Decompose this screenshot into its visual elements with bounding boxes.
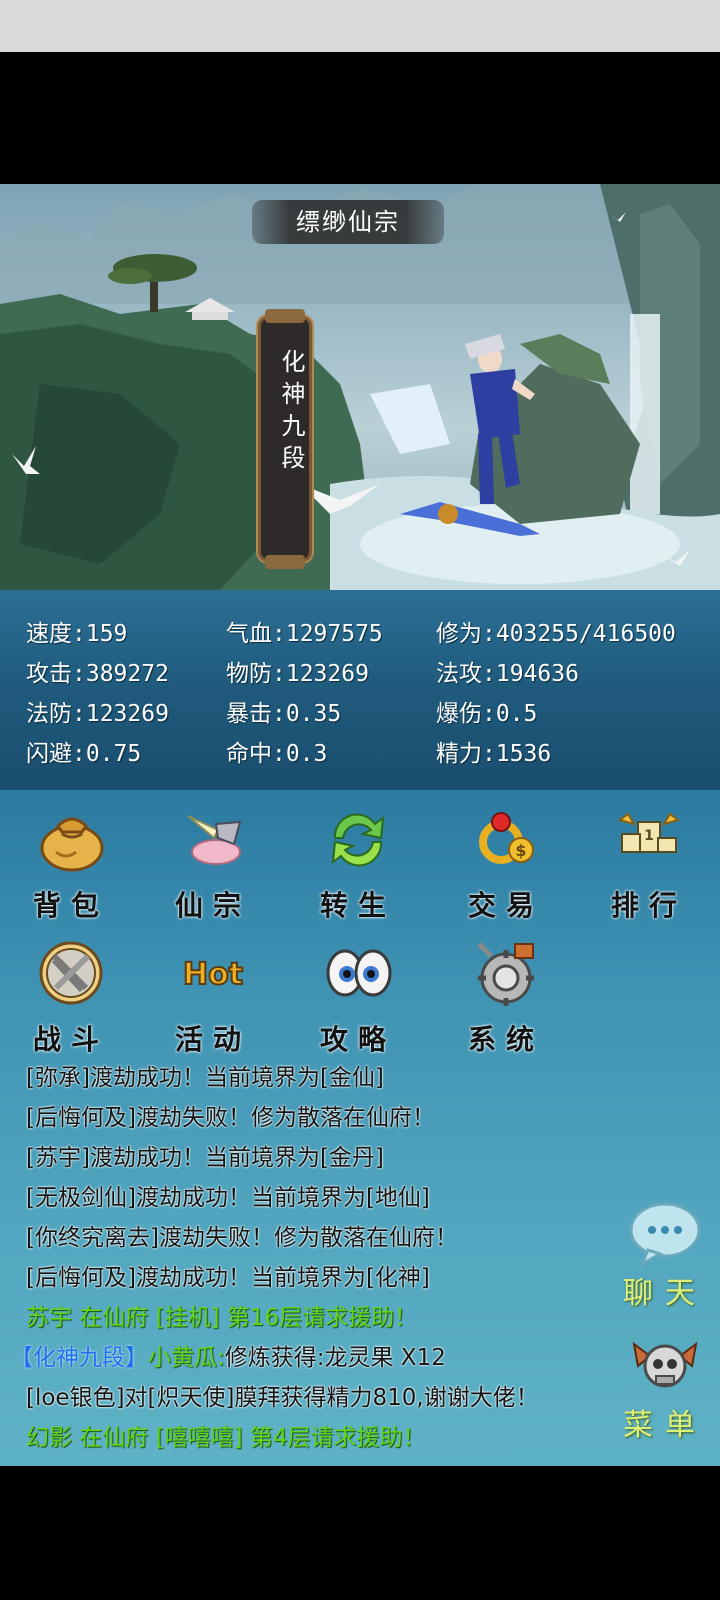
rank-tag: 【化神九段】 xyxy=(10,1345,148,1371)
top-black-band xyxy=(0,52,720,184)
rebirth-label: 转生 xyxy=(319,889,396,922)
bag-button[interactable]: 背包 xyxy=(16,800,126,930)
system-label: 系统 xyxy=(467,1023,544,1056)
stat-speed: 速度:159 xyxy=(26,621,128,647)
battle-label: 战斗 xyxy=(32,1023,109,1056)
hot-badge-text: Hot xyxy=(183,957,243,992)
chat-line: [后悔何及]渡劫失败！修为散落在仙府！ xyxy=(26,1105,435,1131)
trade-ring-icon: $ xyxy=(479,812,534,864)
menu-skull-icon xyxy=(632,1341,698,1388)
chat-button[interactable]: 聊天 xyxy=(620,1200,710,1311)
stat-magic-def: 法防:123269 xyxy=(26,701,169,727)
menu-button[interactable]: 菜单 xyxy=(620,1332,710,1443)
cultivation-message: 修炼获得:龙灵果 X12 xyxy=(224,1345,446,1371)
guide-button[interactable]: 攻略 xyxy=(303,934,413,1064)
guide-eyes-icon xyxy=(326,949,392,997)
chat-line: [苏宇]渡劫成功！当前境界为[金丹] xyxy=(26,1145,384,1171)
sect-icon xyxy=(187,815,242,865)
chat-line: [后悔何及]渡劫成功！当前境界为[化神] xyxy=(26,1265,430,1291)
ranking-label: 排行 xyxy=(610,889,687,922)
chat-line: [你终究离去]渡劫失败！修为散落在仙府！ xyxy=(26,1225,458,1251)
location-banner: 缥缈仙宗 xyxy=(252,200,444,244)
menu-label: 菜单 xyxy=(623,1408,707,1443)
chat-line-cultivation: 【化神九段】小黄瓜:修炼获得:龙灵果 X12 xyxy=(10,1338,636,1378)
events-button[interactable]: Hot 活动 xyxy=(158,934,268,1064)
rebirth-icon xyxy=(331,813,385,867)
chat-line: [弥承]渡劫成功！当前境界为[金仙] xyxy=(26,1065,384,1091)
sect-label: 仙宗 xyxy=(174,889,251,922)
guide-label: 攻略 xyxy=(319,1023,396,1056)
battle-button[interactable]: 战斗 xyxy=(16,934,126,1064)
player-name: 小黄瓜: xyxy=(148,1345,225,1371)
stat-attack: 攻击:389272 xyxy=(26,661,169,687)
stat-crit: 暴击:0.35 xyxy=(226,701,342,727)
svg-text:$: $ xyxy=(515,841,526,860)
svg-text:1: 1 xyxy=(644,828,654,844)
battle-swords-icon xyxy=(39,941,103,1005)
stat-crit-dmg: 爆伤:0.5 xyxy=(436,701,538,727)
ranking-button[interactable]: 1 排行 xyxy=(594,800,704,930)
stat-dodge: 闪避:0.75 xyxy=(26,741,142,767)
status-bar xyxy=(0,0,720,52)
plaque-top-ornament xyxy=(265,309,305,323)
scene-view xyxy=(0,184,720,590)
ranking-podium-icon: 1 xyxy=(617,812,681,853)
stats-panel: 速度:159 气血:1297575 修为:403255/416500 攻击:38… xyxy=(0,590,720,790)
stat-hit: 命中:0.3 xyxy=(226,741,328,767)
rank-plaque: 化神九段 xyxy=(258,309,312,569)
stat-energy: 精力:1536 xyxy=(436,741,552,767)
system-gear-icon xyxy=(477,942,534,1006)
chat-bubble-icon xyxy=(629,1202,701,1266)
stat-magic-atk: 法攻:194636 xyxy=(436,661,579,687)
rank-text: 化神九段 xyxy=(277,349,305,477)
chat-log[interactable]: [弥承]渡劫成功！当前境界为[金仙] [后悔何及]渡劫失败！修为散落在仙府！ [… xyxy=(10,1058,636,1458)
stat-cultivation: 修为:403255/416500 xyxy=(436,621,676,647)
bag-label: 背包 xyxy=(32,889,109,922)
chat-line: [无极剑仙]渡劫成功！当前境界为[地仙] xyxy=(26,1185,430,1211)
trade-label: 交易 xyxy=(467,889,544,922)
plaque-bottom-ornament xyxy=(265,555,305,569)
rebirth-button[interactable]: 转生 xyxy=(303,800,413,930)
chat-line-assist-request: 幻影 在仙府 [嘻嘻嘻] 第4层请求援助！ xyxy=(26,1425,426,1451)
chat-line-assist-request: 苏宇 在仙府 [挂机] 第16层请求援助！ xyxy=(26,1305,418,1331)
system-button[interactable]: 系统 xyxy=(451,934,561,1064)
sect-button[interactable]: 仙宗 xyxy=(158,800,268,930)
hot-badge-icon: Hot xyxy=(182,956,244,993)
scene-illustration xyxy=(0,184,720,590)
trade-button[interactable]: $ 交易 xyxy=(451,800,561,930)
stat-hp: 气血:1297575 xyxy=(226,621,383,647)
chat-line: [loe银色]对[炽天使]膜拜获得精力810,谢谢大佬！ xyxy=(26,1385,539,1411)
events-label: 活动 xyxy=(174,1023,251,1056)
stat-phys-def: 物防:123269 xyxy=(226,661,369,687)
bag-icon xyxy=(40,817,104,872)
chat-label: 聊天 xyxy=(623,1276,707,1311)
